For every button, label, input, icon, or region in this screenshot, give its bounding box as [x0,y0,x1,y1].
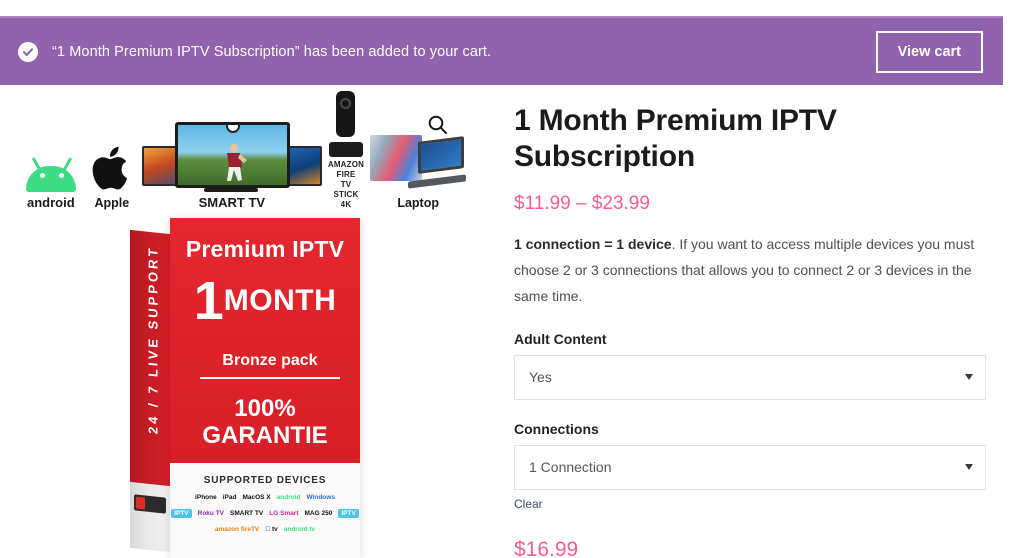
device-fire-stick: AMAZON FIRE TV STICK 4K [328,91,364,210]
logo-mag-250: MAG 250 [304,510,333,517]
product-box-pack: Bronze pack [200,352,340,379]
connections-value: 1 Connection [529,459,612,476]
product-box-duration-unit: MONTH [223,284,337,317]
logo-roku-tv: Roku TV [197,510,225,517]
product-box-guarantee: 100% GARANTIE [202,395,328,449]
apple-logo-icon [88,143,136,193]
supported-device-strip: android Apple SMART TV AMAZON FIRE TV ST… [0,85,500,210]
product-image[interactable]: 24 / 7 LIVE SUPPORT Premium IPTV 1MONTH … [0,210,500,558]
logo-smart-tv: SMART TV [230,510,264,517]
adult-content-label: Adult Content [514,330,607,347]
logo-android-tv: android tv [280,526,315,533]
logo-iphone: iPhone [195,494,217,501]
device-label-apple: Apple [94,196,130,210]
brand-logo-icon [134,494,166,514]
logo-android: android [276,494,301,501]
logo-iptv-2: IPTV [338,509,359,518]
logo-apple-tv:  tv [265,526,277,533]
clear-selection-link[interactable]: Clear [514,497,543,511]
adult-content-value: Yes [529,369,552,386]
device-android: android [20,154,82,210]
smart-tv-icon [141,116,322,192]
supported-logo-row-1: iPhone iPad MacOS X android Windows [170,494,360,501]
device-label-android: android [27,195,75,210]
selected-variation-price: $16.99 [514,537,579,558]
chevron-down-icon [965,374,973,381]
product-page: “1 Month Premium IPTV Subscription” has … [0,0,1024,558]
product-box-spine-text: 24 / 7 LIVE SUPPORT [145,244,161,435]
connections-label: Connections [514,420,599,437]
logo-ipad: iPad [222,494,237,501]
connections-select[interactable]: 1 Connection [514,444,986,490]
product-box-face: Premium IPTV 1MONTH Bronze pack 100% GAR… [170,218,360,558]
product-box-supported: SUPPORTED DEVICES iPhone iPad MacOS X an… [170,463,360,558]
view-cart-button[interactable]: View cart [875,30,983,73]
supported-logo-row-2: IPTV Roku TV SMART TV LG Smart MAG 250 I… [170,509,360,518]
product-description-bold: 1 connection = 1 device [514,236,672,252]
product-box-supported-heading: SUPPORTED DEVICES [203,475,327,486]
device-label-fire-stick: AMAZON FIRE TV STICK 4K [327,160,365,209]
check-circle-icon [18,41,38,62]
logo-lg-smart: LG Smart [269,510,299,517]
device-smart-tv: SMART TV [141,116,322,210]
product-gallery: android Apple SMART TV AMAZON FIRE TV ST… [0,85,500,558]
cart-notification-bar: “1 Month Premium IPTV Subscription” has … [0,16,1003,85]
product-details: 1 Month Premium IPTV Subscription $11.99… [500,85,1024,558]
device-label-smart-tv: SMART TV [198,195,266,210]
product-box-duration-number: 1 [193,271,224,331]
product-box-3d: 24 / 7 LIVE SUPPORT Premium IPTV 1MONTH … [130,218,360,558]
chevron-down-icon [965,464,973,471]
logo-amazon-fire-tv: amazon fireTV [214,526,260,533]
device-apple: Apple [88,143,136,210]
logo-iptv-1: IPTV [171,509,192,518]
product-box-brand: Premium IPTV [185,236,345,262]
adult-content-select[interactable]: Yes [514,354,986,400]
supported-logo-row-3: amazon fireTV  tv android tv [170,526,360,533]
page-title: 1 Month Premium IPTV Subscription [514,104,837,173]
product-description: 1 connection = 1 device. If you want to … [514,232,986,310]
product-box-duration: 1MONTH [170,274,360,328]
amazon-fire-tv-stick-icon [329,91,363,157]
logo-macosx: MacOS X [242,494,271,501]
laptop-icon [370,131,467,193]
logo-windows: Windows [306,494,335,501]
product-box-spine: 24 / 7 LIVE SUPPORT [130,229,170,553]
product-content: android Apple SMART TV AMAZON FIRE TV ST… [0,85,1024,558]
cart-notification-message: “1 Month Premium IPTV Subscription” has … [52,43,492,60]
device-label-laptop: Laptop [397,196,439,210]
device-laptop: Laptop [370,131,467,210]
android-robot-icon [20,154,82,192]
price-range: $11.99 – $23.99 [514,193,650,214]
